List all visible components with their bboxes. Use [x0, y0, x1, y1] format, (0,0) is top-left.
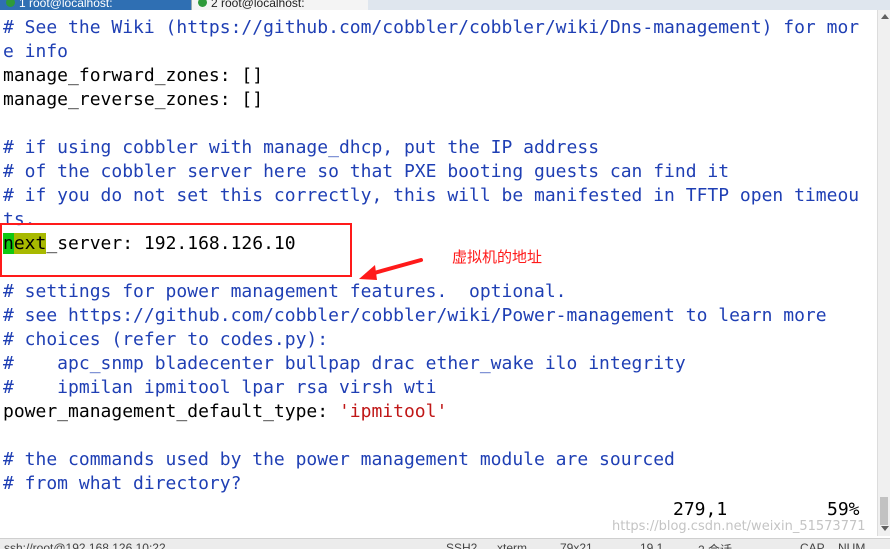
terminal-line: # of the cobbler server here so that PXE…: [3, 161, 730, 182]
terminal-line: e info: [3, 41, 69, 62]
session-dot-icon: [6, 0, 15, 7]
config-value: 'ipmitool': [338, 401, 448, 422]
terminal-line: # if using cobbler with manage_dhcp, put…: [3, 137, 600, 158]
terminal-line: # apc_snmp bladecenter bullpap drac ethe…: [3, 353, 686, 374]
status-bar: ssh://root@192.168.126.10:22 SSH2 xterm …: [0, 538, 890, 549]
terminal-line: # the commands used by the power managem…: [3, 449, 675, 470]
tab-label: 1 root@localhost:: [19, 0, 113, 10]
scroll-up-icon[interactable]: [881, 14, 889, 19]
terminal-line: power_management_default_type: 'ipmitool…: [3, 400, 447, 424]
annotation-box: [0, 223, 352, 277]
tab-label: 2 root@localhost:: [211, 0, 305, 10]
config-key: power_management_default_type:: [3, 401, 339, 422]
terminal-line: # choices (refer to codes.py):: [3, 329, 329, 350]
tab-session-1[interactable]: 1 root@localhost:: [0, 0, 194, 10]
terminal-line: # ipmilan ipmitool lpar rsa virsh wti: [3, 377, 437, 398]
tab-session-2[interactable]: 2 root@localhost:: [191, 0, 368, 10]
scroll-thumb[interactable]: [880, 497, 888, 525]
terminal-line: manage_forward_zones: []: [3, 65, 264, 86]
terminal-line: # See the Wiki (https://github.com/cobbl…: [3, 17, 860, 38]
annotation-label: 虚拟机的地址: [452, 248, 543, 266]
vertical-scrollbar[interactable]: [877, 10, 890, 536]
terminal-line: # settings for power management features…: [3, 281, 567, 302]
watermark: https://blog.csdn.net/weixin_51573771: [612, 519, 866, 534]
session-dot-icon: [198, 0, 207, 7]
terminal-line: # if you do not set this correctly, this…: [3, 185, 860, 206]
arrow-annotation-icon: [359, 258, 423, 280]
terminal-line: manage_reverse_zones: []: [3, 89, 264, 110]
scroll-down-icon[interactable]: [881, 526, 889, 531]
terminal-line: # from what directory?: [3, 473, 242, 494]
tab-bar: 1 root@localhost: 2 root@localhost:: [0, 0, 890, 10]
terminal-line: # see https://github.com/cobbler/cobbler…: [3, 305, 827, 326]
